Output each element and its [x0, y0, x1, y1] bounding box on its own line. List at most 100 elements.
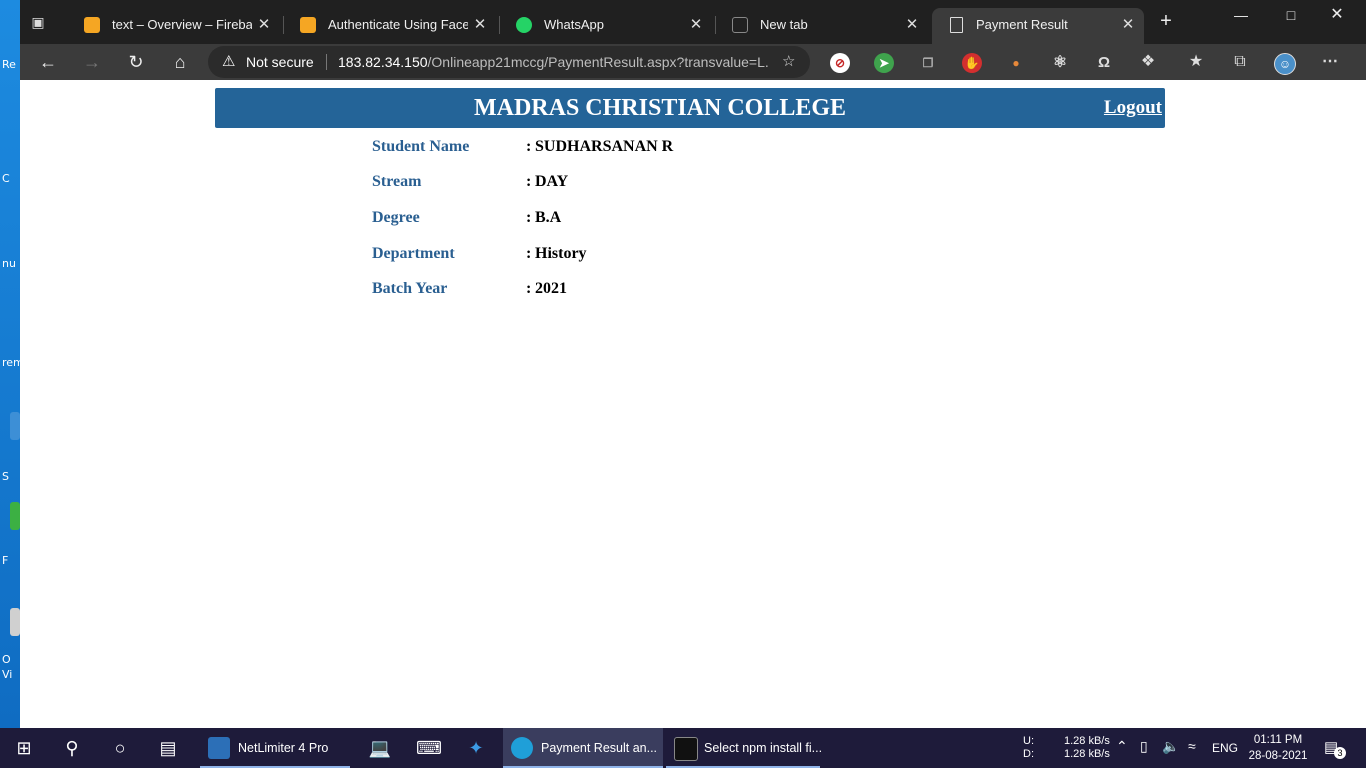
maximize-button[interactable]: □ — [1276, 6, 1306, 26]
system-clock[interactable]: 01:11 PM 28-08-2021 — [1240, 732, 1316, 764]
taskbar-app-cmd[interactable]: Select npm install fi... — [666, 728, 822, 768]
close-icon[interactable]: ✕ — [1120, 8, 1136, 42]
taskbar-app-label: NetLimiter 4 Pro — [238, 741, 329, 755]
page-icon — [950, 17, 963, 33]
download-label: D: — [1023, 748, 1034, 760]
tab-whatsapp[interactable]: WhatsApp ✕ — [500, 8, 712, 44]
desktop-label: Vi — [2, 668, 13, 681]
college-header: MADRAS CHRISTIAN COLLEGE Logout — [215, 88, 1165, 128]
warning-icon: ⚠ — [222, 53, 236, 70]
tab-new-tab[interactable]: New tab ✕ — [716, 8, 928, 44]
back-button[interactable]: ← — [36, 50, 60, 74]
close-icon[interactable]: ✕ — [904, 8, 920, 42]
vscode-icon[interactable]: ✦ — [464, 736, 488, 760]
extension-stop-icon[interactable]: ✋ — [962, 53, 982, 73]
detail-value: 2021 — [535, 280, 567, 297]
extension-omega-icon[interactable]: Ω — [1094, 53, 1114, 73]
detail-value: B.A — [535, 209, 562, 226]
add-favorite-icon[interactable]: ☆ — [782, 53, 800, 71]
profile-avatar[interactable]: ☺ — [1274, 53, 1296, 75]
minimize-button[interactable]: — — [1226, 6, 1256, 26]
home-button[interactable]: ⌂ — [168, 50, 192, 74]
upload-speed: 1.28 kB/s — [1064, 735, 1110, 747]
firebase-icon — [300, 17, 316, 33]
extension-adblock-icon[interactable]: ⊘ — [830, 53, 850, 73]
newtab-icon — [732, 17, 748, 33]
netlimiter-tray[interactable]: U: D: — [1023, 735, 1034, 761]
desktop-label: Re — [2, 58, 16, 71]
desktop-app-icon[interactable] — [10, 502, 20, 530]
search-icon[interactable]: ⚲ — [60, 736, 84, 760]
detail-value: DAY — [535, 173, 569, 190]
tab-label: Payment Result — [976, 17, 1068, 32]
detail-label: Department — [372, 245, 455, 262]
college-title: MADRAS CHRISTIAN COLLEGE — [473, 95, 847, 121]
refresh-button[interactable]: ↻ — [124, 50, 148, 74]
collections-icon[interactable]: ⧉ — [1228, 50, 1252, 74]
desktop-edge: Re C nu rem S F O Vi — [0, 0, 20, 728]
more-options-icon[interactable]: ⋯ — [1318, 50, 1342, 74]
language-indicator[interactable]: ENG — [1212, 741, 1238, 755]
netlimiter-icon — [208, 737, 230, 759]
extensions-icon[interactable]: ❖ — [1136, 50, 1160, 74]
desktop-label: C — [2, 172, 10, 185]
whatsapp-icon — [516, 17, 532, 33]
close-icon[interactable]: ✕ — [256, 8, 272, 42]
battery-icon[interactable]: ▯ — [1140, 738, 1148, 755]
logout-link[interactable]: Logout — [1104, 88, 1162, 128]
task-view-icon[interactable]: ▤ — [156, 736, 180, 760]
desktop-app-icon[interactable] — [10, 412, 20, 440]
address-separator — [326, 54, 327, 70]
address-bar[interactable]: ⚠ Not secure 183.82.34.150/Onlineapp21mc… — [208, 46, 810, 78]
tab-label: WhatsApp — [544, 17, 604, 32]
detail-label: Stream — [372, 173, 422, 190]
taskbar-app-edge[interactable]: Payment Result an... — [503, 728, 663, 768]
notification-count-badge: 3 — [1334, 747, 1346, 759]
window-close-button[interactable]: ✕ — [1322, 6, 1352, 26]
extension-copy-icon[interactable]: ❐ — [918, 53, 938, 73]
forward-button[interactable]: → — [80, 50, 104, 74]
close-icon[interactable]: ✕ — [688, 8, 704, 42]
desktop-label: S — [2, 470, 9, 483]
clock-date: 28-08-2021 — [1248, 750, 1308, 762]
taskbar-app-netlimiter[interactable]: NetLimiter 4 Pro — [200, 728, 350, 768]
detail-separator: : — [526, 138, 532, 155]
tab-firebase-overview[interactable]: text – Overview – Firebase co ✕ — [68, 8, 280, 44]
terminal-icon[interactable]: ⌨ — [416, 736, 442, 760]
windows-start-icon[interactable]: ⊞ — [12, 736, 36, 760]
volume-icon[interactable]: 🔈 — [1162, 738, 1179, 755]
tab-label: text – Overview – Firebase co — [112, 17, 252, 32]
recycle-bin-icon[interactable] — [10, 608, 20, 636]
edge-icon — [511, 737, 533, 759]
extension-react-icon[interactable]: ⚛ — [1050, 53, 1070, 73]
detail-separator: : — [526, 245, 532, 262]
detail-label: Batch Year — [372, 280, 448, 297]
network-speed: 1.28 kB/s 1.28 kB/s — [1064, 735, 1110, 761]
close-icon[interactable]: ✕ — [472, 8, 488, 42]
detail-label: Student Name — [372, 138, 470, 155]
url-text[interactable]: 183.82.34.150/Onlineapp21mccg/PaymentRes… — [338, 46, 768, 78]
tab-payment-result[interactable]: Payment Result ✕ — [932, 8, 1144, 44]
new-tab-button[interactable]: + — [1156, 11, 1176, 32]
download-speed: 1.28 kB/s — [1064, 748, 1110, 760]
file-explorer-icon[interactable]: 💻 — [368, 736, 392, 760]
detail-value: SUDHARSANAN R — [535, 138, 674, 155]
security-status[interactable]: Not secure — [246, 46, 314, 78]
tab-bar: ▣ text – Overview – Firebase co ✕ Authen… — [20, 0, 1366, 44]
tab-actions-icon[interactable]: ▣ — [28, 12, 48, 32]
tab-label: Authenticate Using Faceboo — [328, 17, 468, 32]
show-hidden-icons-icon[interactable]: ⌃ — [1116, 738, 1128, 755]
desktop-label: O — [2, 653, 11, 666]
clock-time: 01:11 PM — [1253, 734, 1303, 746]
desktop-label: rem — [2, 356, 20, 369]
favorites-icon[interactable]: ★ — [1184, 50, 1208, 74]
detail-value: History — [535, 245, 587, 262]
url-path: /Onlineapp21mccg/PaymentResult.aspx?tran… — [427, 54, 768, 70]
extension-compass-icon[interactable]: ➤ — [874, 53, 894, 73]
wifi-icon[interactable]: ≈ — [1188, 738, 1196, 754]
taskbar: ⊞ ⚲ ○ ▤ NetLimiter 4 Pro 💻 ⌨ ✦ Payment R… — [0, 728, 1366, 768]
extension-cookie-icon[interactable]: ● — [1006, 53, 1026, 73]
detail-separator: : — [526, 280, 532, 297]
tab-authenticate-facebook[interactable]: Authenticate Using Faceboo ✕ — [284, 8, 496, 44]
cortana-icon[interactable]: ○ — [108, 736, 132, 760]
